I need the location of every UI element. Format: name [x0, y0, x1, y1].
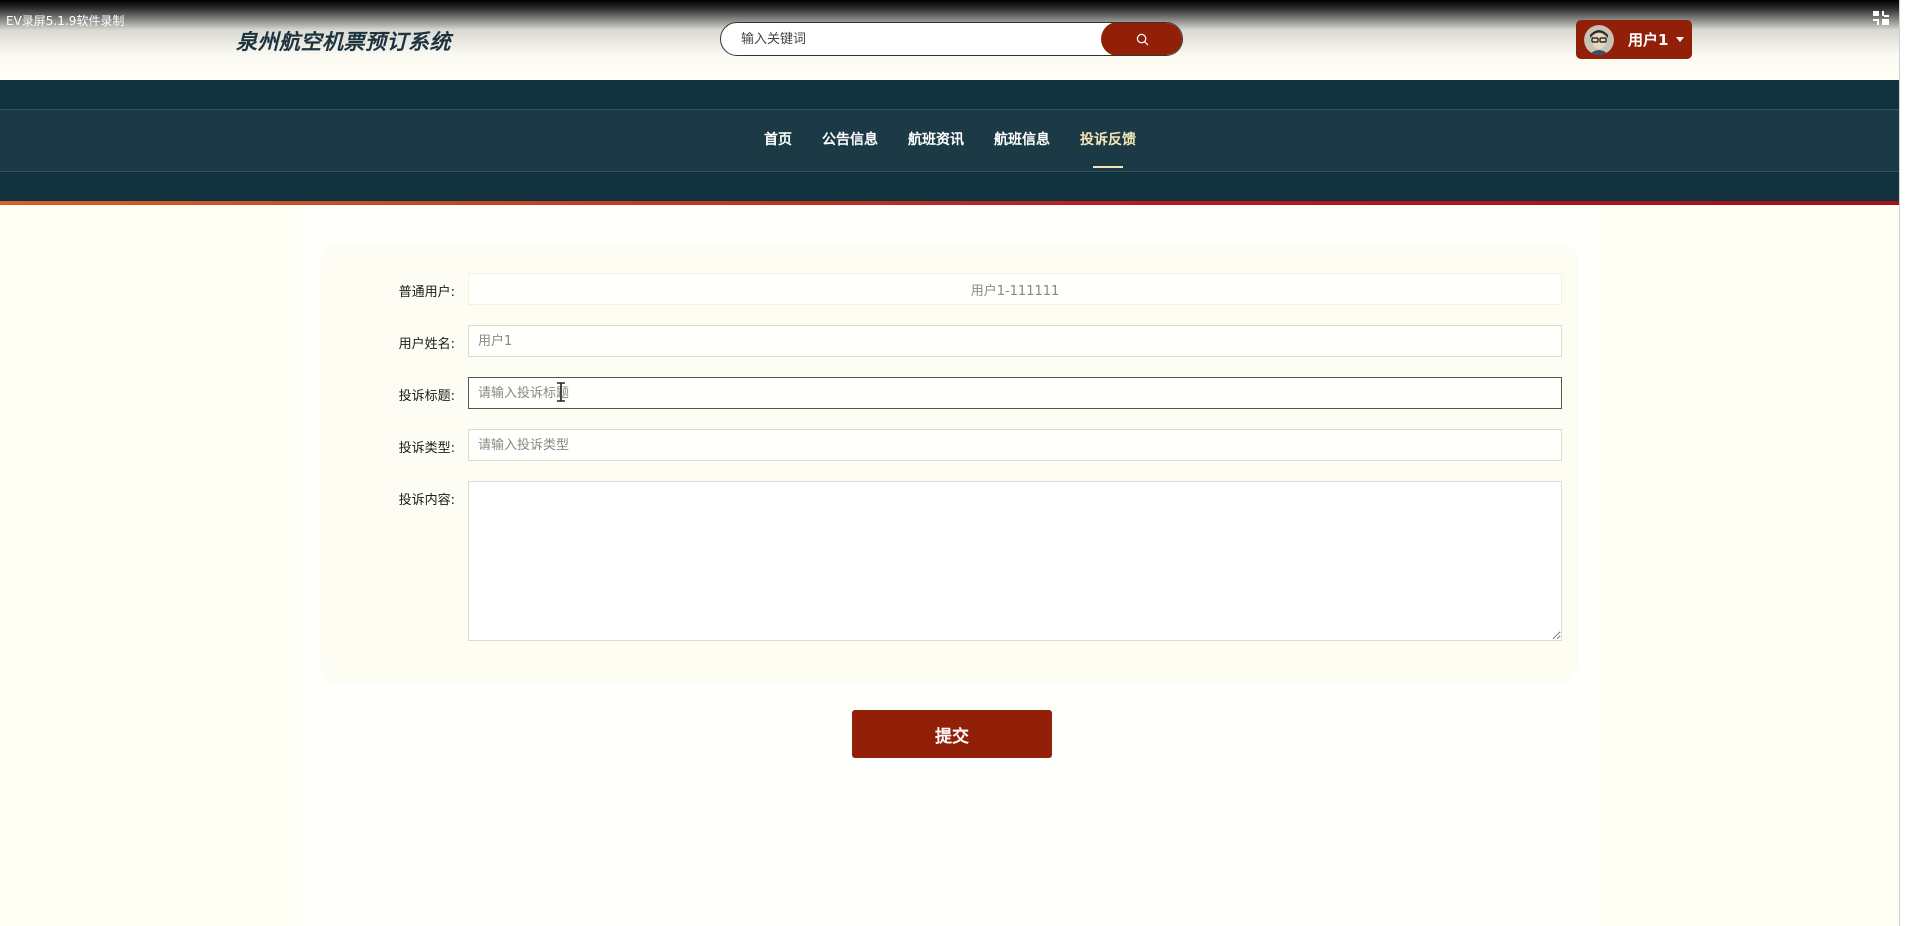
submit-button[interactable]: 提交 [852, 710, 1052, 758]
caret-down-icon [1676, 37, 1684, 42]
nav-item-label: 首页 [764, 132, 792, 148]
user-name: 用户1 [1628, 31, 1669, 49]
nav-item-label: 投诉反馈 [1080, 132, 1136, 148]
search-box [720, 22, 1183, 56]
page: EV录屏5.1.9软件录制 泉州航空机票预订系统 输入关键词 用户1 首页 公告… [0, 0, 1900, 926]
nav-item-announcements[interactable]: 公告信息 [822, 110, 878, 171]
search-icon [1136, 33, 1148, 45]
top-header: EV录屏5.1.9软件录制 泉州航空机票预订系统 输入关键词 用户1 [0, 0, 1900, 80]
nav-item-flight-info[interactable]: 航班信息 [994, 110, 1050, 171]
nav-item-home[interactable]: 首页 [764, 110, 792, 171]
main-content: 普通用户: 用户姓名: 投诉标题: 投诉类型: 投诉内容: 提交 [300, 205, 1598, 926]
text-cursor-icon [557, 382, 565, 402]
nav-bar: 首页 公告信息 航班资讯 航班信息 投诉反馈 [0, 80, 1900, 204]
search-input[interactable] [721, 23, 1101, 55]
fullscreen-icon[interactable] [1872, 10, 1890, 26]
field-label: 用户姓名: [398, 337, 455, 352]
user-menu-button[interactable]: 用户1 [1576, 20, 1692, 59]
nav-item-complaints[interactable]: 投诉反馈 [1080, 110, 1136, 171]
field-label: 投诉内容: [398, 493, 455, 508]
nav-inner: 首页 公告信息 航班资讯 航班信息 投诉反馈 [0, 109, 1900, 172]
complaint-content-textarea[interactable] [468, 481, 1562, 641]
nav-item-label: 航班资讯 [908, 132, 964, 148]
username-field [468, 325, 1562, 357]
nav-item-label: 航班信息 [994, 132, 1050, 148]
field-label: 投诉类型: [398, 441, 455, 456]
field-label: 普通用户: [398, 285, 455, 300]
avatar [1584, 25, 1614, 55]
recorder-watermark: EV录屏5.1.9软件录制 [6, 14, 125, 28]
nav-item-flight-news[interactable]: 航班资讯 [908, 110, 964, 171]
search-button[interactable] [1101, 23, 1182, 55]
nav-list: 首页 公告信息 航班资讯 航班信息 投诉反馈 [0, 110, 1900, 171]
complaint-title-input[interactable] [468, 377, 1562, 409]
window-scrollbar[interactable] [1899, 0, 1908, 926]
nav-item-label: 公告信息 [822, 132, 878, 148]
complaint-form: 普通用户: 用户姓名: 投诉标题: 投诉类型: 投诉内容: [320, 243, 1578, 683]
complaint-type-input[interactable] [468, 429, 1562, 461]
field-label: 投诉标题: [398, 389, 455, 404]
account-field [468, 273, 1562, 305]
site-title[interactable]: 泉州航空机票预订系统 [236, 26, 451, 56]
active-underline [1093, 166, 1123, 168]
